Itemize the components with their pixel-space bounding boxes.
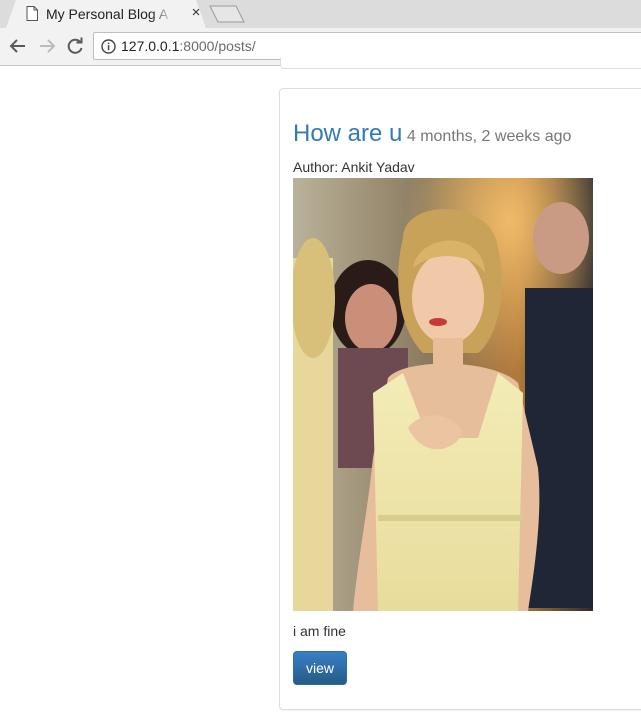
url-host: 127.0.0.1 bbox=[121, 38, 180, 54]
post-heading: How are u 4 months, 2 weeks ago bbox=[293, 120, 571, 148]
post-timestamp: 4 months, 2 weeks ago bbox=[406, 128, 572, 145]
view-button[interactable]: view bbox=[293, 651, 347, 685]
address-bar[interactable]: 127.0.0.1:8000/posts/ bbox=[93, 32, 641, 60]
post-author: Author: Ankit Yadav bbox=[293, 159, 415, 175]
tab-title-fade bbox=[151, 4, 173, 24]
page-icon bbox=[26, 6, 38, 21]
post-photo bbox=[293, 178, 593, 611]
forward-arrow-icon[interactable] bbox=[37, 36, 57, 56]
new-tab-button[interactable] bbox=[209, 5, 245, 23]
previous-post-card bbox=[280, 58, 641, 69]
back-arrow-icon[interactable] bbox=[8, 36, 28, 56]
close-icon[interactable]: × bbox=[189, 4, 203, 22]
url-path: :8000/posts/ bbox=[179, 38, 256, 54]
info-icon[interactable] bbox=[101, 39, 116, 54]
photo-illustration bbox=[293, 178, 593, 611]
reload-icon[interactable] bbox=[65, 36, 85, 56]
browser-chrome: My Personal Blog A × 127.0.0.1:8000/post… bbox=[0, 0, 641, 66]
url-text[interactable]: 127.0.0.1:8000/posts/ bbox=[121, 38, 256, 55]
tab-strip: My Personal Blog A × bbox=[0, 0, 641, 28]
post-body: i am fine bbox=[293, 623, 346, 639]
browser-tab[interactable]: My Personal Blog A × bbox=[6, 0, 206, 28]
post-title[interactable]: How are u bbox=[293, 120, 402, 147]
